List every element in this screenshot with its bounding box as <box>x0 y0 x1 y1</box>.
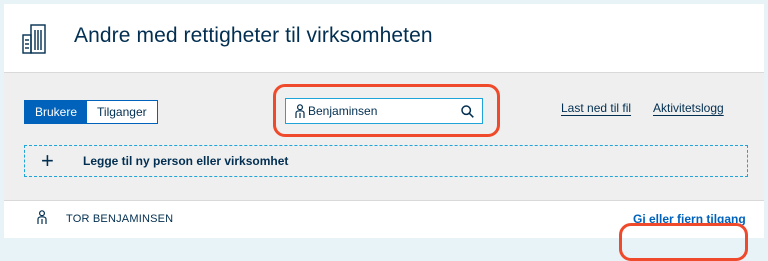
app-frame: Andre med rettigheter til virksomheten B… <box>4 4 764 238</box>
page-header: Andre med rettigheter til virksomheten <box>4 4 764 72</box>
building-icon <box>22 24 46 54</box>
page-title: Andre med rettigheter til virksomheten <box>74 24 433 47</box>
view-toggle: Brukere Tilganger <box>24 100 158 124</box>
add-person-or-business-button[interactable]: + Legge til ny person eller virksomhet <box>24 145 748 177</box>
tab-accesses[interactable]: Tilganger <box>87 101 157 123</box>
activity-log-link[interactable]: Aktivitetslogg <box>653 101 724 115</box>
table-row: TOR BENJAMINSEN Gi eller fjern tilgang <box>4 200 764 238</box>
person-icon <box>295 104 305 118</box>
search-input[interactable] <box>308 102 458 120</box>
search-box <box>285 98 483 124</box>
download-file-link[interactable]: Last ned til fil <box>561 101 631 115</box>
add-person-label: Legge til ny person eller virksomhet <box>83 154 289 168</box>
search-icon[interactable] <box>461 105 474 118</box>
person-icon <box>37 210 47 224</box>
filter-toolbar: Brukere Tilganger Last ned til fil Aktiv… <box>4 72 764 200</box>
plus-icon: + <box>41 148 54 173</box>
tab-users[interactable]: Brukere <box>25 101 88 123</box>
user-name: TOR BENJAMINSEN <box>66 213 174 225</box>
grant-or-remove-access-button[interactable]: Gi eller fjern tilgang <box>633 212 746 226</box>
